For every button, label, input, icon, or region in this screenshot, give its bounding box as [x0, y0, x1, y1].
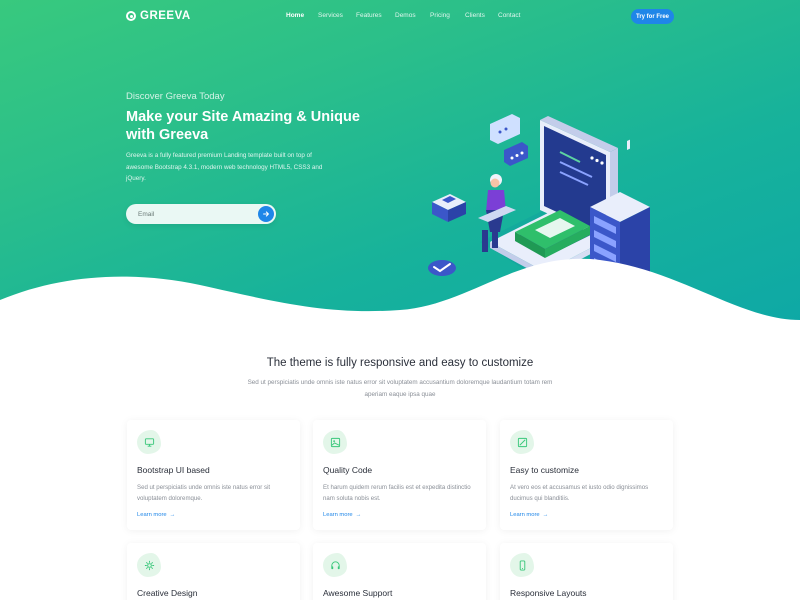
email-subscribe-form	[126, 204, 276, 224]
card-title: Responsive Layouts	[510, 588, 587, 598]
features-description: Sed ut perspiciatis unde omnis iste natu…	[247, 379, 553, 398]
email-input[interactable]	[138, 209, 248, 219]
nav-item-demos[interactable]: Demos	[395, 12, 416, 19]
arrow-right-icon: →	[355, 512, 362, 518]
feature-card-creative-design: Creative Design	[127, 543, 300, 600]
headphones-icon	[323, 553, 347, 577]
card-description: Sed ut perspiciatis unde omnis iste natu…	[137, 484, 271, 502]
learn-more-label: Learn more	[510, 512, 540, 518]
nav-item-features[interactable]: Features	[356, 12, 382, 19]
hero-title: Make your Site Amazing & Unique with Gre…	[126, 109, 360, 143]
nav-item-services[interactable]: Services	[318, 12, 343, 19]
arrow-right-icon: →	[169, 512, 176, 518]
learn-more-link[interactable]: Learn more →	[137, 512, 175, 518]
main-nav: Home Services Features Demos Pricing Cli…	[0, 12, 800, 24]
nav-item-contact[interactable]: Contact	[498, 12, 520, 19]
settings-icon	[137, 553, 161, 577]
hero-subtitle: Discover Greeva Today	[126, 91, 225, 102]
monitor-icon	[137, 430, 161, 454]
hero-wave	[0, 258, 800, 330]
feature-card-responsive-layouts: Responsive Layouts	[500, 543, 673, 600]
learn-more-label: Learn more	[323, 512, 353, 518]
nav-item-home[interactable]: Home	[286, 12, 304, 19]
navbar: GREEVA Home Services Features Demos Pric…	[0, 0, 800, 34]
learn-more-link[interactable]: Learn more →	[510, 512, 548, 518]
feature-card-quality-code: Quality Code Et harum quidem rerum facil…	[313, 420, 486, 530]
feature-card-easy-customize: Easy to customize At vero eos et accusam…	[500, 420, 673, 530]
card-title: Bootstrap UI based	[137, 465, 210, 475]
nav-item-pricing[interactable]: Pricing	[430, 12, 450, 19]
card-description: Et harum quidem rerum facilis est et exp…	[323, 484, 471, 502]
image-icon	[323, 430, 347, 454]
hero-section: GREEVA Home Services Features Demos Pric…	[0, 0, 800, 330]
arrow-right-icon: →	[542, 512, 549, 518]
try-for-free-button[interactable]: Try for Free	[631, 9, 674, 24]
card-description: At vero eos et accusamus et iusto odio d…	[510, 484, 649, 502]
card-title: Creative Design	[137, 588, 198, 598]
arrow-right-icon	[263, 211, 269, 217]
card-title: Easy to customize	[510, 465, 579, 475]
crop-icon	[510, 430, 534, 454]
learn-more-link[interactable]: Learn more →	[323, 512, 361, 518]
nav-item-clients[interactable]: Clients	[465, 12, 485, 19]
smartphone-icon	[510, 553, 534, 577]
features-title: The theme is fully responsive and easy t…	[266, 357, 534, 369]
feature-card-awesome-support: Awesome Support	[313, 543, 486, 600]
learn-more-label: Learn more	[137, 512, 167, 518]
hero-description: Greeva is a fully featured premium Landi…	[126, 152, 323, 182]
card-title: Quality Code	[323, 465, 373, 475]
feature-card-bootstrap-ui: Bootstrap UI based Sed ut perspiciatis u…	[127, 420, 300, 530]
card-title: Awesome Support	[323, 588, 393, 598]
email-submit-button[interactable]	[258, 206, 274, 222]
